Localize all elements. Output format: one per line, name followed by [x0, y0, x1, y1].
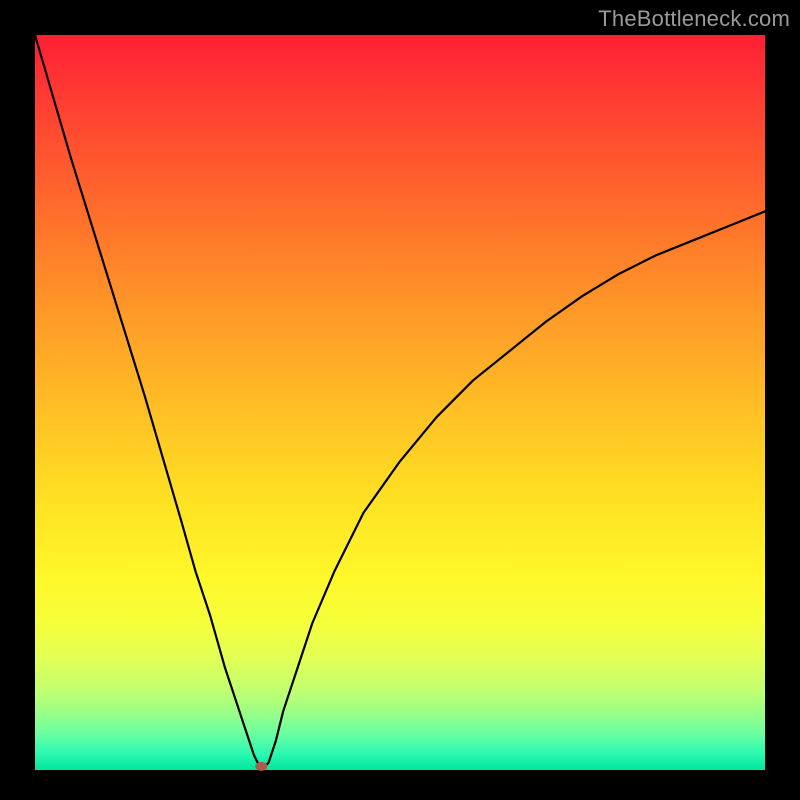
bottleneck-curve: [35, 35, 765, 770]
curve-line: [35, 35, 765, 766]
minimum-marker: [255, 762, 267, 771]
chart-frame: TheBottleneck.com: [0, 0, 800, 800]
plot-area: [35, 35, 765, 770]
watermark-text: TheBottleneck.com: [598, 6, 790, 32]
